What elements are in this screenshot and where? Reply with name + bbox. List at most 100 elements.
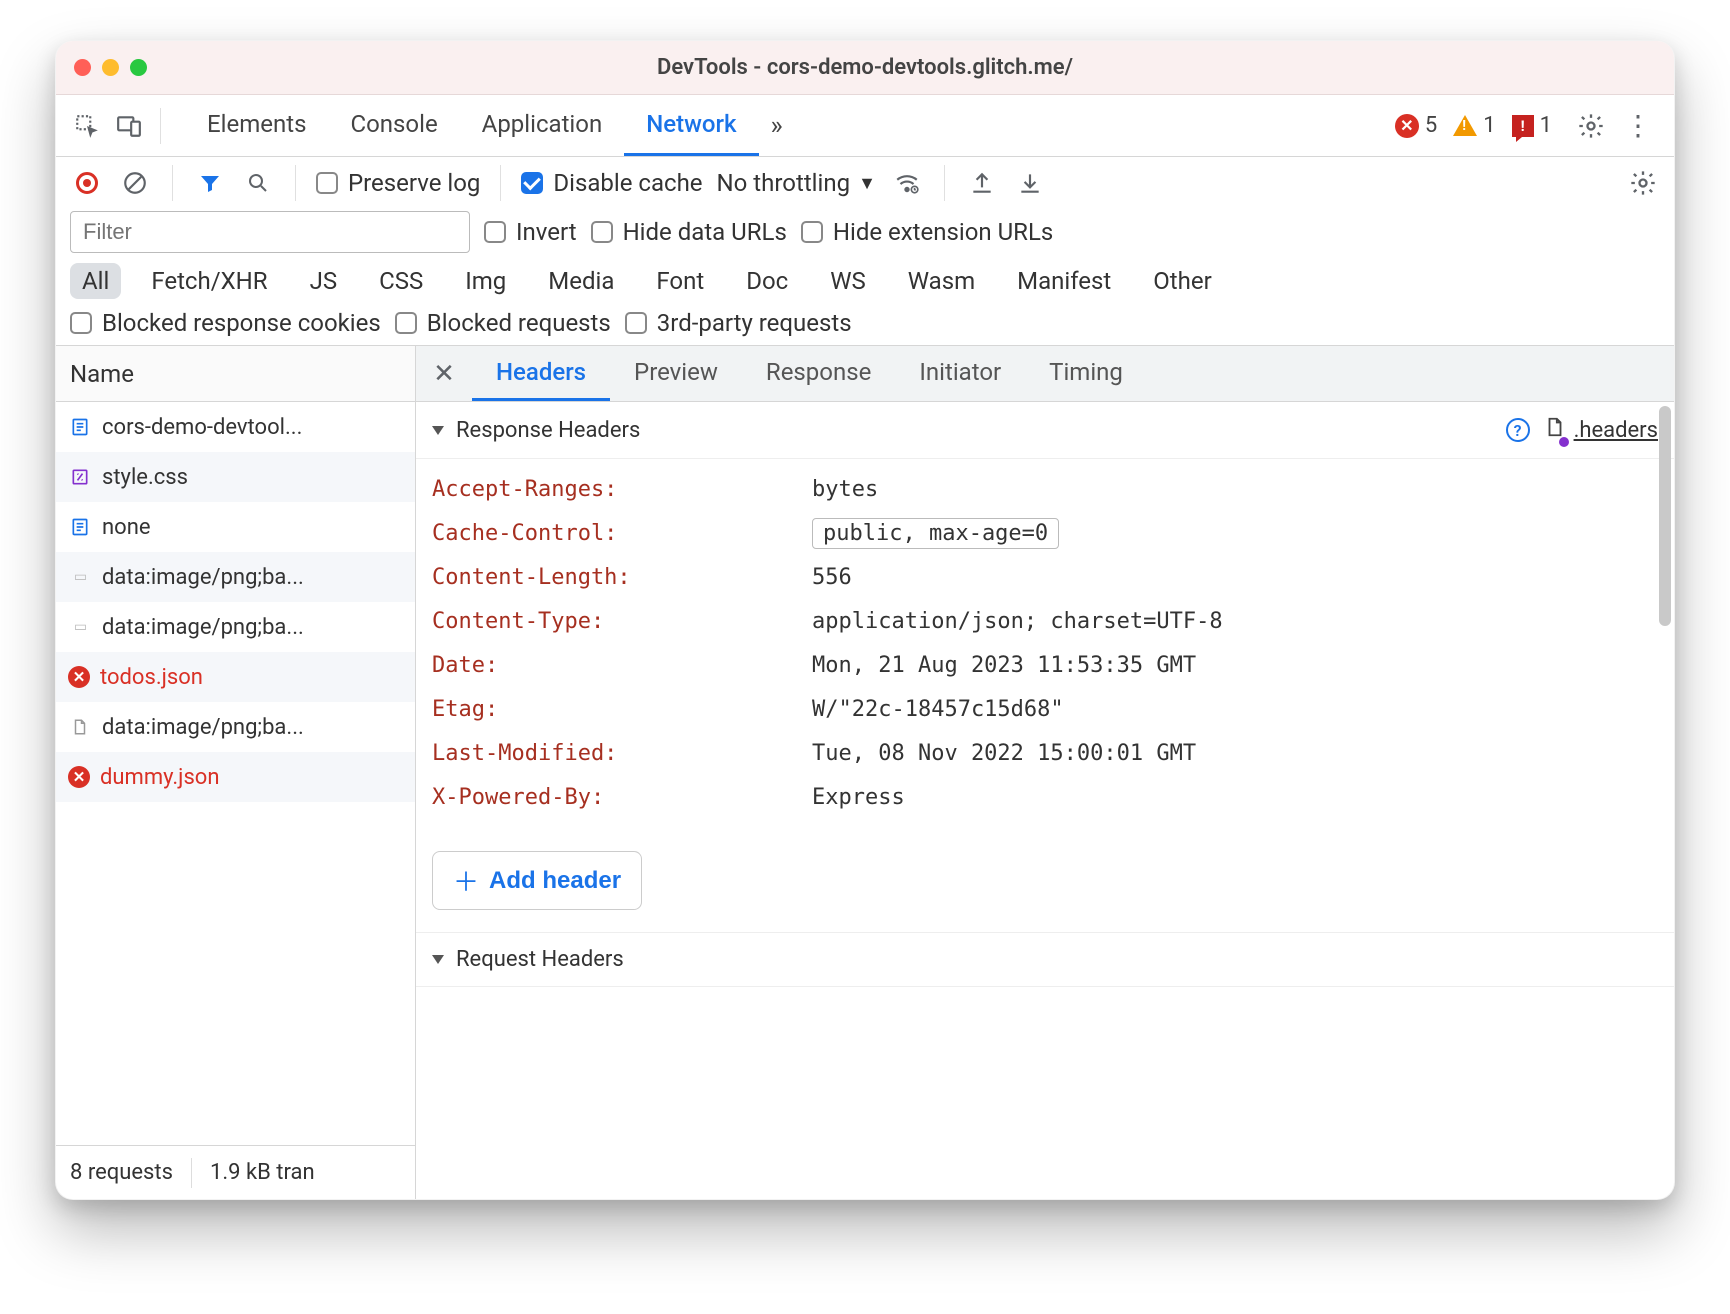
request-row[interactable]: none: [56, 502, 415, 552]
error-icon: ✕: [68, 666, 90, 688]
filter-icon[interactable]: [193, 166, 227, 200]
header-value: Express: [812, 785, 905, 810]
separator: [944, 165, 945, 201]
column-header-name[interactable]: Name: [56, 346, 415, 402]
close-window-button[interactable]: [74, 59, 91, 76]
separator: [500, 165, 501, 201]
throttling-dropdown[interactable]: No throttling ▼: [717, 169, 876, 197]
device-toolbar-icon[interactable]: [112, 109, 146, 143]
header-row: X-Powered-By:Express: [432, 775, 1658, 819]
plus-icon: ＋: [453, 862, 479, 899]
tab-timing[interactable]: Timing: [1025, 346, 1147, 401]
disable-cache-label: Disable cache: [553, 169, 702, 197]
request-row[interactable]: ✕ todos.json: [56, 652, 415, 702]
search-icon[interactable]: [241, 166, 275, 200]
tab-application[interactable]: Application: [460, 95, 625, 156]
tab-preview[interactable]: Preview: [610, 346, 742, 401]
zoom-window-button[interactable]: [130, 59, 147, 76]
type-filter-font[interactable]: Font: [644, 263, 716, 299]
image-icon: ▭: [68, 565, 92, 589]
checkbox-icon: [316, 172, 338, 194]
invert-checkbox[interactable]: Invert: [484, 218, 577, 246]
kebab-menu-icon[interactable]: ⋮: [1616, 112, 1660, 140]
settings-icon[interactable]: [1574, 109, 1608, 143]
header-value: bytes: [812, 477, 878, 502]
blocked-requests-checkbox[interactable]: Blocked requests: [395, 309, 611, 337]
request-name: none: [102, 515, 151, 540]
network-conditions-icon[interactable]: [890, 166, 924, 200]
header-value: W/"22c-18457c15d68": [812, 697, 1064, 722]
network-settings-icon[interactable]: [1626, 166, 1660, 200]
third-party-checkbox[interactable]: 3rd-party requests: [625, 309, 852, 337]
hide-extension-urls-checkbox[interactable]: Hide extension URLs: [801, 218, 1053, 246]
inspect-element-icon[interactable]: [70, 109, 104, 143]
header-overrides-link[interactable]: .headers: [1544, 416, 1658, 444]
tab-elements[interactable]: Elements: [185, 95, 328, 156]
import-har-icon[interactable]: [965, 166, 999, 200]
type-filter-css[interactable]: CSS: [367, 263, 435, 299]
header-value[interactable]: public, max-age=0: [812, 518, 1059, 549]
request-headers-section[interactable]: Request Headers: [416, 932, 1674, 987]
request-name: todos.json: [100, 665, 203, 690]
scrollbar[interactable]: [1659, 406, 1671, 626]
preserve-log-label: Preserve log: [348, 169, 480, 197]
response-headers-section[interactable]: Response Headers ? .headers: [416, 402, 1674, 459]
clear-button[interactable]: [118, 166, 152, 200]
tab-headers[interactable]: Headers: [472, 346, 610, 401]
filter-input[interactable]: [70, 211, 470, 253]
blocked-cookies-checkbox[interactable]: Blocked response cookies: [70, 309, 381, 337]
type-filter-all[interactable]: All: [70, 263, 121, 299]
tab-initiator[interactable]: Initiator: [895, 346, 1025, 401]
type-filter-img[interactable]: Img: [453, 263, 518, 299]
add-header-button[interactable]: ＋ Add header: [432, 851, 642, 910]
warning-icon: [1453, 115, 1477, 136]
warnings-badge[interactable]: 1: [1453, 113, 1495, 138]
header-name: Accept-Ranges:: [432, 477, 812, 502]
request-row[interactable]: ▭data:image/png;ba...: [56, 552, 415, 602]
issues-badge[interactable]: ! 1: [1512, 113, 1552, 138]
record-button[interactable]: [70, 166, 104, 200]
type-filter-doc[interactable]: Doc: [734, 263, 800, 299]
request-row[interactable]: data:image/png;ba...: [56, 702, 415, 752]
request-name: data:image/png;ba...: [102, 715, 304, 740]
preserve-log-checkbox[interactable]: Preserve log: [316, 169, 480, 197]
minimize-window-button[interactable]: [102, 59, 119, 76]
hide-data-urls-checkbox[interactable]: Hide data URLs: [591, 218, 787, 246]
request-name: dummy.json: [100, 765, 220, 790]
errors-badge[interactable]: ✕ 5: [1395, 113, 1437, 138]
more-tabs-button[interactable]: »: [759, 95, 795, 156]
request-count: 8 requests: [70, 1160, 173, 1185]
help-icon[interactable]: ?: [1506, 418, 1530, 442]
response-headers-list: Accept-Ranges:bytes Cache-Control:public,…: [416, 459, 1674, 837]
export-har-icon[interactable]: [1013, 166, 1047, 200]
header-row: Cache-Control:public, max-age=0: [432, 511, 1658, 555]
tab-network[interactable]: Network: [624, 95, 758, 156]
request-headers-title: Request Headers: [456, 947, 624, 972]
document-icon: [68, 415, 92, 439]
network-toolbar: Preserve log Disable cache No throttling…: [56, 157, 1674, 346]
override-dot-icon: [1559, 437, 1569, 447]
checkbox-icon: [70, 312, 92, 334]
type-filter-media[interactable]: Media: [536, 263, 626, 299]
main-toolbar: Elements Console Application Network » ✕…: [56, 95, 1674, 157]
type-filter-js[interactable]: JS: [298, 263, 350, 299]
request-row[interactable]: style.css: [56, 452, 415, 502]
tab-console[interactable]: Console: [328, 95, 459, 156]
request-row[interactable]: ▭data:image/png;ba...: [56, 602, 415, 652]
request-row[interactable]: ✕ dummy.json: [56, 752, 415, 802]
disable-cache-checkbox[interactable]: Disable cache: [521, 169, 702, 197]
tab-response[interactable]: Response: [742, 346, 895, 401]
error-icon: ✕: [68, 766, 90, 788]
close-detail-button[interactable]: ✕: [416, 346, 472, 401]
header-row: Date:Mon, 21 Aug 2023 11:53:35 GMT: [432, 643, 1658, 687]
detail-tabs: ✕ Headers Preview Response Initiator Tim…: [416, 346, 1674, 402]
type-filter-wasm[interactable]: Wasm: [896, 263, 987, 299]
type-filter-ws[interactable]: WS: [818, 263, 878, 299]
type-filter-manifest[interactable]: Manifest: [1005, 263, 1123, 299]
type-filter-fetch[interactable]: Fetch/XHR: [139, 263, 279, 299]
issue-icon: !: [1512, 115, 1534, 137]
request-row[interactable]: cors-demo-devtool...: [56, 402, 415, 452]
overrides-filename: .headers: [1574, 418, 1658, 443]
type-filter-other[interactable]: Other: [1141, 263, 1223, 299]
checkbox-icon: [801, 221, 823, 243]
